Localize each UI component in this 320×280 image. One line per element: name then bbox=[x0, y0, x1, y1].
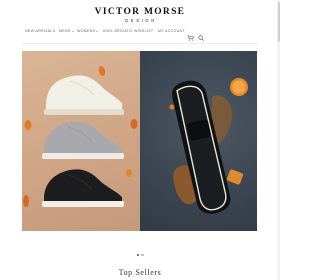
nav-item-mens[interactable]: MENS bbox=[59, 29, 74, 33]
nav-item-womens[interactable]: WOMENS bbox=[77, 29, 99, 33]
hero-image-sneakers-stack[interactable] bbox=[22, 51, 140, 231]
nav-item-label: AXEL ARIGATO bbox=[103, 29, 133, 33]
fruit-decoration bbox=[126, 169, 132, 177]
brand-title: VICTOR MORSE bbox=[94, 7, 186, 17]
fruit-decoration bbox=[169, 104, 175, 110]
slider-dot-2[interactable] bbox=[141, 253, 144, 256]
main-nav: NEW ARRIVALS MENS WOMENS AXEL ARIGATO WI… bbox=[0, 29, 280, 41]
scrollbar-thumb[interactable] bbox=[277, 2, 280, 42]
fruit-decoration bbox=[98, 66, 106, 76]
orange-slice-decoration bbox=[232, 80, 246, 94]
scrollbar[interactable] bbox=[277, 0, 280, 280]
sneaker-black bbox=[42, 169, 124, 207]
nav-item-label: WOMENS bbox=[77, 29, 96, 33]
fruit-decoration bbox=[226, 169, 244, 185]
brand-logo[interactable]: VICTOR MORSE DESIGN bbox=[0, 7, 280, 23]
section-title: Top Sellers bbox=[118, 268, 162, 277]
nav-item-wishlist[interactable]: WISHLIST bbox=[134, 29, 153, 33]
hero-image-slipon-sneaker[interactable] bbox=[140, 51, 257, 231]
slider-dot-1[interactable] bbox=[136, 253, 139, 256]
chevron-down-icon bbox=[71, 30, 74, 32]
fruit-decoration bbox=[23, 195, 29, 207]
sneaker-white bbox=[44, 75, 124, 115]
nav-item-label: MENS bbox=[59, 29, 71, 33]
nav-item-my-account[interactable]: MY ACCOUNT bbox=[158, 29, 185, 33]
slider-pagination bbox=[0, 243, 280, 256]
nav-item-label: MY ACCOUNT bbox=[158, 29, 185, 33]
nav-item-label: WISHLIST bbox=[134, 29, 154, 33]
chevron-down-icon bbox=[96, 30, 99, 32]
fruit-decoration bbox=[130, 119, 138, 129]
nav-item-label: NEW ARRIVALS bbox=[25, 29, 56, 33]
nav-item-new-arrivals[interactable]: NEW ARRIVALS bbox=[25, 29, 55, 33]
nav-item-axel-arigato[interactable]: AXEL ARIGATO bbox=[103, 29, 132, 33]
brand-subtitle: DESIGN bbox=[125, 18, 157, 23]
hero-slider[interactable] bbox=[22, 51, 257, 231]
sneaker-grey bbox=[42, 121, 124, 159]
fruit-decoration bbox=[24, 120, 32, 130]
header-divider bbox=[22, 43, 258, 44]
